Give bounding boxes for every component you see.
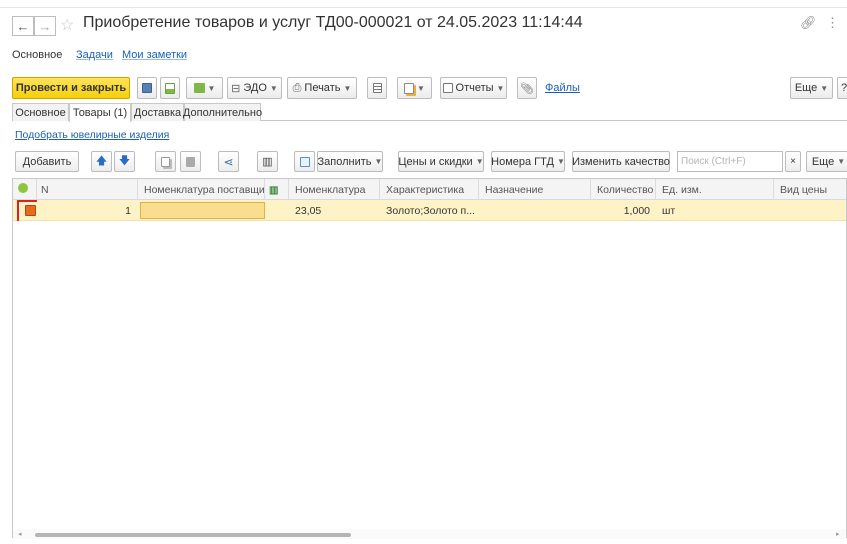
printer-icon: ⎙: [292, 81, 302, 94]
structure-button[interactable]: [367, 77, 387, 99]
search-input[interactable]: Поиск (Ctrl+F): [677, 151, 783, 172]
edo-button[interactable]: ⊟ ЭДО ▼: [227, 77, 282, 99]
copy-row-button[interactable]: [155, 151, 176, 172]
pick-jewelry-link[interactable]: Подобрать ювелирные изделия: [15, 129, 169, 141]
column-header-quantity[interactable]: Количество: [591, 179, 656, 200]
barcode-button[interactable]: ▥: [257, 151, 278, 172]
move-down-button[interactable]: 🡇︎: [114, 151, 135, 172]
copy-icon: [161, 156, 170, 167]
checkmark-icon: [299, 156, 310, 167]
arrow-right-icon: →: [38, 18, 52, 34]
chevron-down-icon: ▼: [820, 83, 829, 93]
back-button[interactable]: ←: [12, 16, 34, 36]
chevron-down-icon: ▼: [343, 83, 352, 93]
arrow-left-icon: ←: [16, 18, 30, 34]
report-icon: [442, 83, 453, 93]
cell-characteristic[interactable]: Золото;Золото п...: [380, 200, 479, 221]
prices-discounts-button[interactable]: Цены и скидки ▼: [398, 151, 484, 172]
chevron-down-icon: ▼: [475, 157, 484, 166]
table-row[interactable]: 1 23,05 Золото;Золото п... 1,000 шт: [13, 200, 846, 221]
chevron-down-icon: ▼: [417, 83, 425, 93]
column-header-barcode[interactable]: ▥: [265, 179, 289, 200]
tab-delivery[interactable]: Доставка: [131, 103, 184, 121]
arrow-down-icon: 🡇︎: [118, 155, 131, 167]
clear-search-button[interactable]: ×: [785, 151, 801, 172]
cell-quantity[interactable]: 1,000: [591, 200, 656, 221]
scrollbar-thumb[interactable]: [35, 533, 351, 537]
cell-supplier-item[interactable]: [140, 202, 265, 219]
attach-file-button[interactable]: 📎︎: [517, 77, 537, 99]
chevron-down-icon: ▼: [207, 83, 216, 93]
chevron-down-icon: ▼: [556, 157, 565, 166]
more-vertical-icon[interactable]: ⋮: [826, 15, 839, 31]
post-button[interactable]: [160, 77, 180, 99]
fill-button[interactable]: Заполнить ▼: [317, 151, 383, 172]
reports-button[interactable]: Отчеты ▼: [440, 77, 507, 99]
jewelry-item-icon: [25, 205, 36, 216]
paste-row-button[interactable]: [180, 151, 201, 172]
paste-icon: [186, 156, 195, 167]
section-notes[interactable]: Мои заметки: [122, 49, 187, 61]
section-tasks[interactable]: Задачи: [76, 49, 113, 61]
scroll-left-icon[interactable]: ◂: [18, 530, 22, 538]
arrow-up-icon: 🡅︎: [95, 155, 108, 167]
status-column-header: [13, 179, 37, 200]
edo-icon: ⊟: [231, 82, 241, 95]
forward-button[interactable]: →: [34, 16, 56, 36]
column-header-supplier-item[interactable]: Номенклатура поставщика: [138, 179, 265, 200]
column-header-characteristic[interactable]: Характеристика: [380, 179, 479, 200]
attachments-button[interactable]: ▼: [397, 77, 432, 99]
cell-purpose[interactable]: [479, 200, 591, 221]
column-header-purpose[interactable]: Назначение: [479, 179, 591, 200]
barcode-icon: ▥: [269, 185, 279, 196]
post-and-close-button[interactable]: Провести и закрыть: [12, 77, 130, 99]
section-main[interactable]: Основное: [12, 49, 62, 61]
documents-icon: [404, 82, 415, 94]
save-button[interactable]: [137, 77, 157, 99]
scroll-right-icon[interactable]: ▸: [836, 530, 840, 538]
print-button[interactable]: ⎙ Печать ▼: [287, 77, 357, 99]
column-header-n[interactable]: N: [37, 179, 138, 200]
move-up-button[interactable]: 🡅︎: [91, 151, 112, 172]
post-document-icon: [165, 82, 175, 94]
chevron-down-icon: ▼: [496, 83, 505, 93]
tab-goods[interactable]: Товары (1): [69, 103, 131, 122]
cell-item[interactable]: 23,05: [289, 200, 380, 221]
grid-more-button[interactable]: Еще ▼: [806, 151, 847, 172]
chevron-down-icon: ▼: [374, 157, 383, 166]
cell-n: 1: [125, 205, 131, 217]
check-button[interactable]: [294, 151, 315, 172]
chevron-down-icon: ▼: [837, 157, 846, 166]
split-row-button[interactable]: ⋖: [218, 151, 239, 172]
create-based-button[interactable]: ▼: [186, 77, 223, 99]
list-icon: [372, 83, 382, 93]
save-icon: [142, 83, 152, 93]
window-top-border: [0, 0, 847, 8]
help-button[interactable]: ?: [837, 77, 847, 99]
barcode-icon: ▥: [262, 156, 273, 168]
paperclip-icon: 📎︎: [520, 82, 534, 95]
column-header-item[interactable]: Номенклатура: [289, 179, 380, 200]
gtd-numbers-button[interactable]: Номера ГТД ▼: [491, 151, 565, 172]
tab-main[interactable]: Основное: [12, 103, 69, 121]
tab-additional[interactable]: Дополнительно: [183, 103, 262, 121]
change-quality-button[interactable]: Изменить качество: [572, 151, 670, 172]
window-title: Приобретение товаров и услуг ТД00-000021…: [83, 14, 583, 31]
files-link[interactable]: Файлы: [545, 82, 580, 94]
column-header-price-type[interactable]: Вид цены: [774, 179, 846, 200]
column-header-unit[interactable]: Ед. изм.: [656, 179, 774, 200]
favorite-star-icon[interactable]: ☆: [60, 15, 74, 35]
cell-price-type[interactable]: [774, 200, 846, 221]
cell-unit[interactable]: шт: [656, 200, 774, 221]
add-row-button[interactable]: Добавить: [15, 151, 79, 172]
table-header: N Номенклатура поставщика ▥ Номенклатура…: [13, 179, 846, 200]
chevron-down-icon: ▼: [269, 83, 278, 93]
create-based-icon: [193, 83, 205, 93]
split-icon: ⋖: [223, 154, 234, 169]
row-status-cell[interactable]: [13, 200, 37, 221]
link-icon[interactable]: 🔗︎: [800, 15, 817, 31]
status-icon: [18, 183, 28, 193]
more-button[interactable]: Еще ▼: [790, 77, 833, 99]
goods-table[interactable]: N Номенклатура поставщика ▥ Номенклатура…: [12, 178, 847, 538]
